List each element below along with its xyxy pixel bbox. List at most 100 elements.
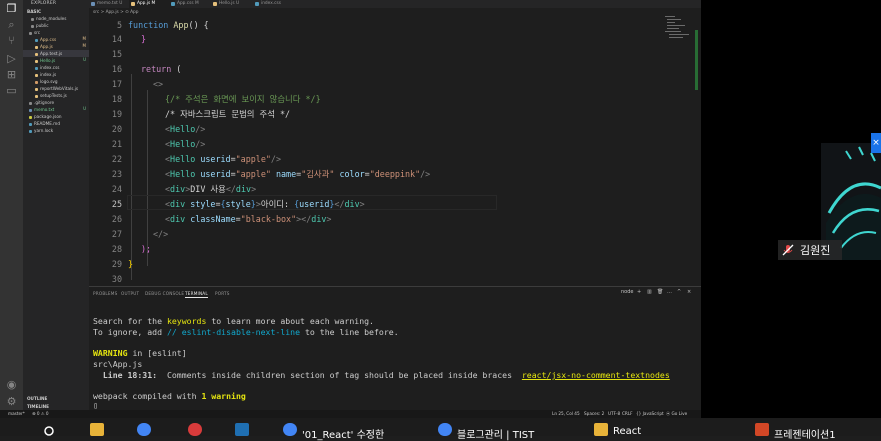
maximize-panel-icon[interactable]: ^ [677, 289, 681, 295]
encoding[interactable]: UTF-8 [608, 411, 620, 416]
vscode-icon[interactable] [235, 423, 249, 436]
file-tree-item[interactable]: yarn.lock [29, 127, 53, 134]
extensions-icon[interactable]: ⊞ [5, 68, 18, 81]
go-live-button[interactable]: ⦿ Go Live [666, 411, 687, 417]
panel-tab-problems[interactable]: PROBLEMS [93, 291, 117, 296]
chrome-window-icon[interactable] [438, 423, 452, 436]
powerpoint-icon[interactable] [755, 423, 769, 436]
code-line-25: <div style={style}>아이디: {userid}</div> [165, 199, 365, 209]
split-terminal-icon[interactable]: ▥ [647, 289, 652, 295]
file-icon [255, 2, 259, 6]
file-tree-item[interactable]: Hello.js [35, 57, 55, 64]
file-tree-label: package.json [34, 114, 62, 119]
cursor-position[interactable]: Ln 25, Col 45 [552, 411, 580, 416]
editor-tab[interactable]: App.css M [169, 0, 215, 8]
code-line-18: {/* 주석은 화면에 보이지 않습니다 */} [165, 94, 321, 104]
file-tree-item[interactable]: memo.txt [29, 106, 54, 113]
panel-tab-ports[interactable]: PORTS [215, 291, 230, 296]
panel-tab-output[interactable]: OUTPUT [121, 291, 139, 296]
minimap-line [669, 34, 689, 35]
terminal-line: Line 18:31: Comments inside children sec… [93, 370, 670, 380]
line-number: 28 [111, 244, 122, 254]
file-tree-item[interactable]: logo.svg [35, 78, 58, 85]
file-tree-item[interactable]: index.js [35, 71, 56, 78]
problems-indicator[interactable]: ⊗ 0 ⚠ 0 [32, 411, 49, 416]
file-tree-label: App.css [40, 37, 57, 42]
source-control-icon[interactable]: ⑂ [5, 34, 18, 47]
editor-tab-label: memo.txt U [97, 1, 123, 6]
file-icon [29, 108, 32, 112]
file-tree-label: README.md [34, 121, 60, 126]
file-tree-label: yarn.lock [34, 128, 54, 133]
file-icon [31, 17, 34, 21]
file-tree-item[interactable]: public [31, 22, 49, 29]
file-tree-item[interactable]: App.js [35, 43, 53, 50]
file-tree-item[interactable]: App.test.js [35, 50, 62, 57]
git-status-badge: M [82, 43, 86, 48]
explorer-root-folder[interactable]: BASIC [27, 8, 41, 15]
file-icon [35, 66, 38, 70]
branch-indicator[interactable]: master* [8, 411, 25, 416]
minimap-line [667, 19, 681, 20]
file-tree-label: src [34, 30, 41, 35]
chrome-icon[interactable] [137, 423, 151, 436]
file-icon [35, 52, 38, 56]
file-tree-item[interactable]: setupTests.js [35, 92, 67, 99]
taskbar-item-label[interactable]: 프레젠테이션1 [774, 426, 836, 441]
close-panel-icon[interactable]: × [687, 289, 691, 295]
taskbar-item-label[interactable]: '01_React' 수정한 [302, 426, 384, 441]
activity-bar: ❐ ⌕ ⑂ ▷ ⊞ ▭ ◉ ⚙ [0, 0, 23, 416]
file-icon [29, 129, 32, 133]
chrome-window-icon[interactable] [283, 423, 297, 436]
more-icon[interactable]: … [667, 289, 672, 295]
git-status-badge: M [82, 36, 86, 41]
search-icon[interactable] [44, 426, 56, 438]
file-tree-item[interactable]: App.css [35, 36, 56, 43]
editor-tab[interactable]: Hello.js U [211, 0, 257, 8]
code-line-16: return ( [141, 64, 182, 74]
app-icon[interactable] [188, 423, 202, 436]
indentation[interactable]: Spaces: 2 [584, 411, 604, 416]
taskbar-item-label[interactable]: React [613, 426, 641, 437]
eol[interactable]: CRLF [622, 411, 633, 416]
terminal-shell-label[interactable]: node [621, 289, 633, 295]
file-tree-item[interactable]: reportWebVitals.js [35, 85, 78, 92]
file-tree-item[interactable]: index.css [35, 64, 59, 71]
status-bar: master* ⊗ 0 ⚠ 0 Ln 25, Col 45 Spaces: 2 … [0, 410, 701, 418]
bottom-panel: PROBLEMS OUTPUT DEBUG CONSOLE TERMINAL PORTS… [89, 286, 701, 416]
file-tree-item[interactable]: package.json [29, 113, 62, 120]
indent-guide [147, 90, 148, 266]
folder-icon[interactable] [594, 423, 608, 436]
add-terminal-icon[interactable]: + [637, 289, 641, 295]
file-tree-item[interactable]: .gitignore [29, 99, 54, 106]
code-editor[interactable]: 5 14 15 16 17 18 19 20 21 22 23 24 25 26 27 28 29 30 func… [89, 18, 661, 286]
file-tree-item[interactable]: README.md [29, 120, 60, 127]
search-icon[interactable]: ⌕ [5, 18, 18, 31]
file-tree-item[interactable]: src [29, 29, 40, 36]
file-tree-label: reportWebVitals.js [40, 86, 79, 91]
language-mode[interactable]: {} JavaScript [636, 411, 664, 416]
run-debug-icon[interactable]: ▷ [5, 52, 18, 65]
editor-tab[interactable]: index.css [253, 0, 299, 8]
remote-explorer-icon[interactable]: ▭ [5, 84, 18, 97]
scrollbar-change-marker [695, 30, 698, 90]
outline-section[interactable]: OUTLINE [27, 395, 47, 402]
code-line-17: <> [153, 79, 164, 89]
taskbar-item-label[interactable]: 블로그관리 | TIST [457, 426, 534, 441]
timeline-section[interactable]: TIMELINE [27, 403, 49, 410]
panel-tab-debug-console[interactable]: DEBUG CONSOLE [145, 291, 184, 296]
explorer-icon[interactable]: ❐ [5, 2, 18, 15]
close-icon[interactable]: × [871, 133, 881, 153]
panel-tab-terminal[interactable]: TERMINAL [185, 291, 208, 298]
line-number: 14 [111, 34, 122, 44]
trash-icon[interactable]: 🗑 [657, 289, 663, 295]
settings-gear-icon[interactable]: ⚙ [5, 395, 18, 408]
breadcrumb[interactable]: src > App.js > ⊙ App [89, 8, 701, 18]
line-number: 29 [111, 259, 122, 269]
file-tree-label: logo.svg [40, 79, 58, 84]
file-explorer-icon[interactable] [90, 423, 104, 436]
file-icon [35, 45, 38, 49]
file-tree-item[interactable]: node_modules [31, 15, 66, 22]
account-icon[interactable]: ◉ [5, 378, 18, 391]
code-line-22: <Hello userid="apple"/> [165, 154, 282, 164]
